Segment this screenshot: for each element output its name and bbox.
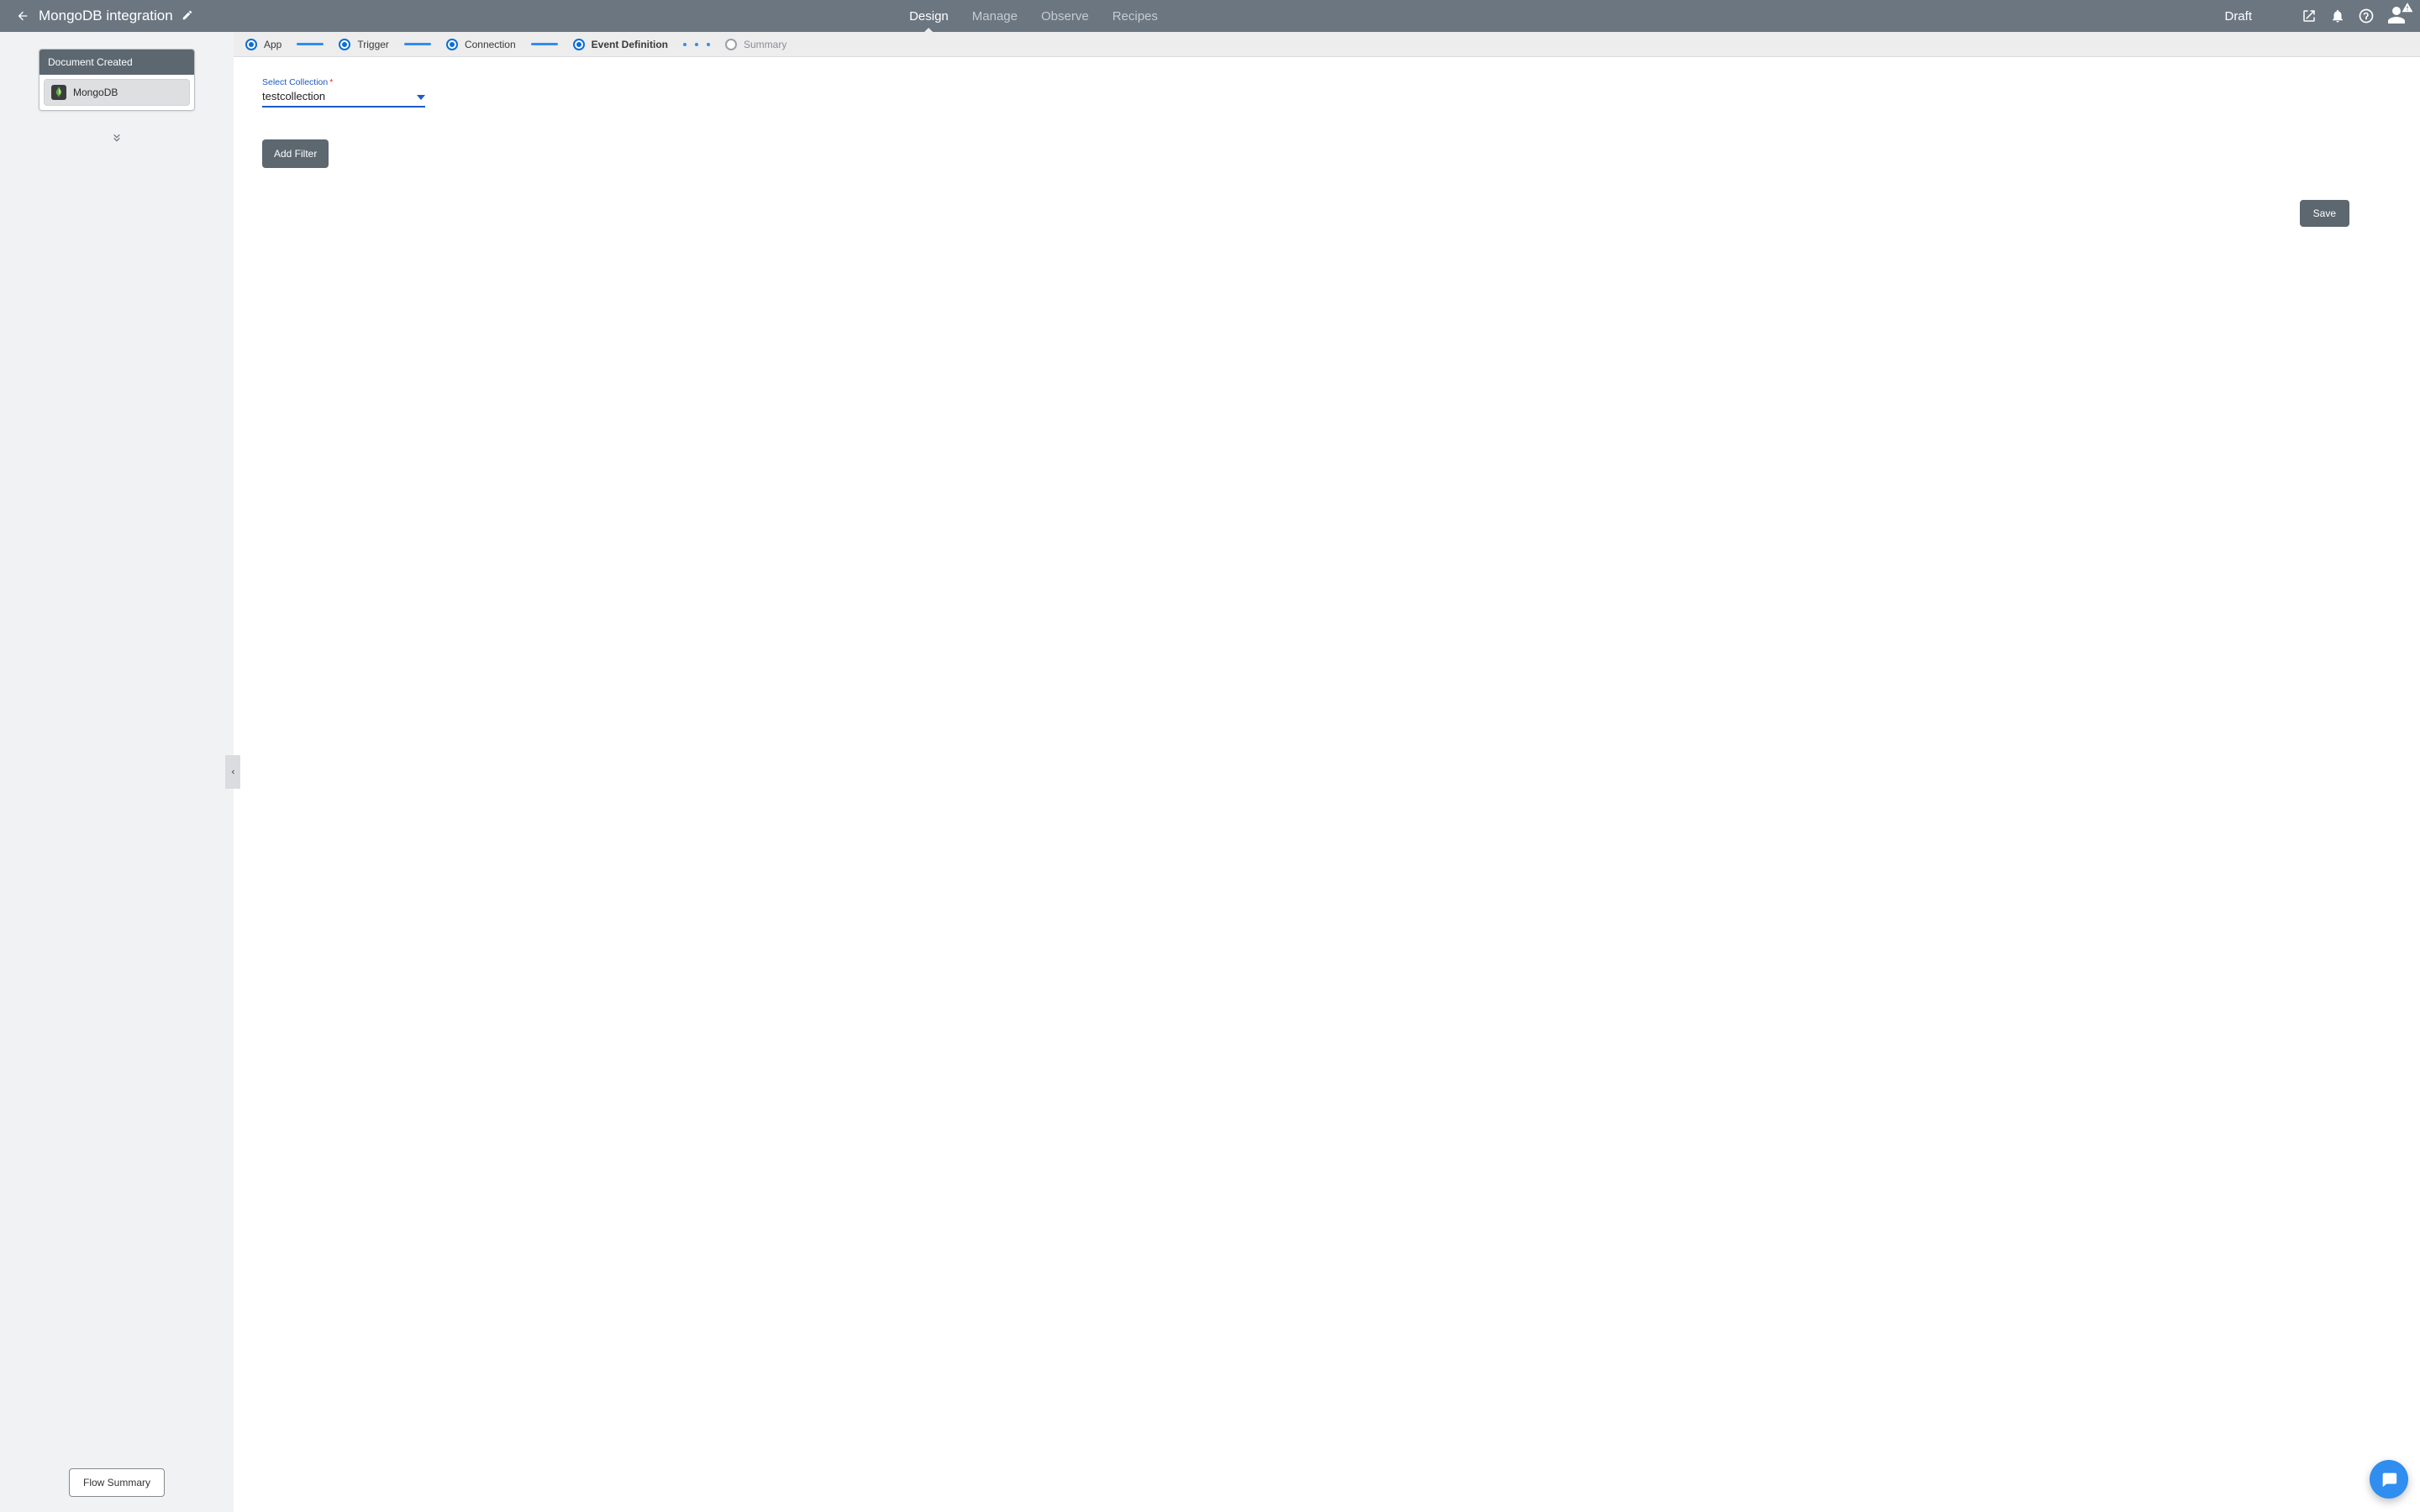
- flow-card-body: MongoDB: [39, 75, 194, 110]
- topbar-icons: [2301, 5, 2420, 27]
- flow-card-title: Document Created: [39, 50, 194, 75]
- notifications-button[interactable]: [2329, 8, 2346, 24]
- open-external-button[interactable]: [2301, 8, 2317, 24]
- step-connector-dots: [683, 43, 710, 45]
- open-external-icon: [2302, 8, 2317, 24]
- field-label-text: Select Collection: [262, 77, 328, 87]
- expand-down-button[interactable]: [107, 128, 127, 148]
- radio-filled-icon: [339, 39, 350, 50]
- step-summary[interactable]: Summary: [725, 39, 786, 50]
- collection-field-label: Select Collection*: [262, 77, 425, 87]
- mongodb-icon: [51, 85, 66, 100]
- topbar-left: MongoDB integration: [0, 8, 195, 24]
- step-trigger[interactable]: Trigger: [339, 39, 389, 50]
- step-label: Event Definition: [592, 39, 668, 50]
- save-button[interactable]: Save: [2300, 200, 2349, 227]
- flow-card: Document Created MongoDB: [39, 49, 195, 111]
- caret-down-icon: [417, 95, 425, 100]
- step-label: Connection: [465, 39, 516, 50]
- sidebar: Document Created MongoDB Flow Summary: [0, 32, 234, 1512]
- form-area: Select Collection* testcollection Add Fi…: [234, 57, 2420, 188]
- status-label: Draft: [2224, 9, 2252, 24]
- back-button[interactable]: [15, 8, 30, 24]
- step-label: Summary: [744, 39, 786, 50]
- warning-icon: [2402, 2, 2413, 13]
- page-title: MongoDB integration: [39, 8, 173, 24]
- step-app[interactable]: App: [245, 39, 281, 50]
- topbar: MongoDB integration Design Manage Observ…: [0, 0, 2420, 32]
- tab-design[interactable]: Design: [909, 0, 949, 32]
- tab-observe[interactable]: Observe: [1041, 0, 1089, 32]
- tab-manage[interactable]: Manage: [972, 0, 1018, 32]
- chat-button[interactable]: [2370, 1460, 2408, 1499]
- user-menu[interactable]: [2386, 5, 2408, 27]
- body: Document Created MongoDB Flow Summary: [0, 32, 2420, 1512]
- step-label: App: [264, 39, 281, 50]
- arrow-left-icon: [16, 9, 29, 23]
- chat-icon: [2380, 1470, 2398, 1488]
- double-chevron-down-icon: [111, 132, 123, 144]
- collection-select[interactable]: testcollection: [262, 87, 425, 108]
- stepper: App Trigger Connection Event Definition …: [234, 32, 2420, 57]
- collection-select-value: testcollection: [262, 90, 325, 102]
- radio-filled-icon: [573, 39, 585, 50]
- bell-icon: [2330, 8, 2345, 24]
- flow-app-item[interactable]: MongoDB: [44, 79, 190, 106]
- content: App Trigger Connection Event Definition …: [234, 32, 2420, 1512]
- step-event-definition[interactable]: Event Definition: [573, 39, 668, 50]
- step-connector: [404, 43, 431, 45]
- topbar-tabs: Design Manage Observe Recipes: [909, 0, 1158, 32]
- collapse-sidebar-button[interactable]: [225, 755, 240, 789]
- add-filter-button[interactable]: Add Filter: [262, 139, 329, 168]
- help-button[interactable]: [2358, 8, 2375, 24]
- collection-select-field: Select Collection* testcollection: [262, 77, 425, 108]
- flow-summary-button[interactable]: Flow Summary: [69, 1468, 165, 1497]
- step-label: Trigger: [357, 39, 389, 50]
- edit-title-button[interactable]: [182, 9, 195, 23]
- tab-recipes[interactable]: Recipes: [1113, 0, 1158, 32]
- radio-empty-icon: [725, 39, 737, 50]
- step-connector: [531, 43, 558, 45]
- chevron-left-icon: [229, 767, 237, 777]
- required-asterisk: *: [329, 77, 333, 87]
- step-connector: [297, 43, 324, 45]
- dropdown-caret: [417, 90, 425, 102]
- flow-app-name: MongoDB: [73, 87, 118, 98]
- step-connection[interactable]: Connection: [446, 39, 516, 50]
- radio-filled-icon: [446, 39, 458, 50]
- help-icon: [2358, 8, 2375, 24]
- radio-filled-icon: [245, 39, 257, 50]
- pencil-icon: [182, 9, 193, 21]
